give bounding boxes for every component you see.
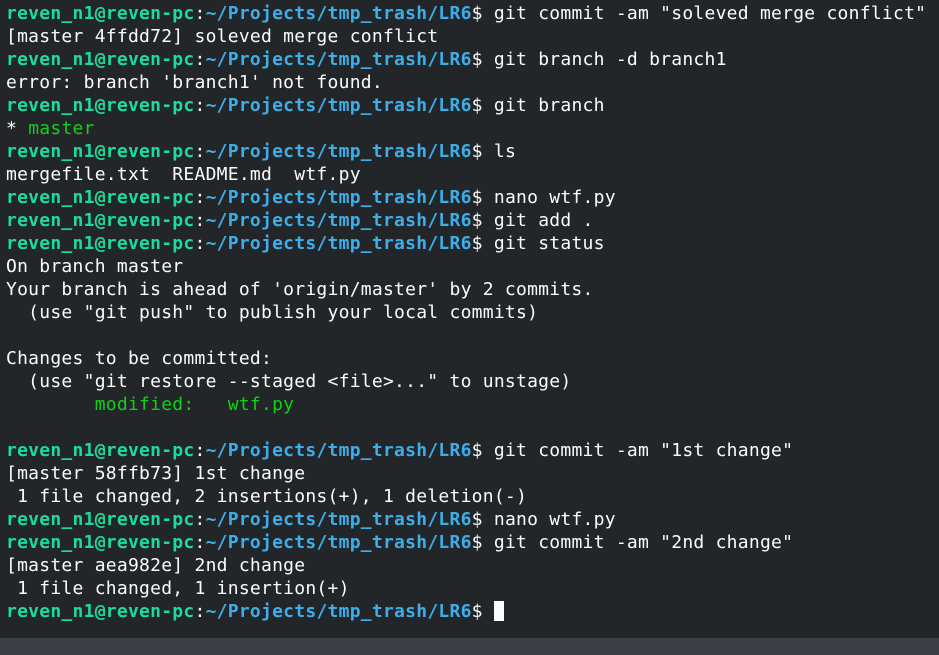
output-line: Your branch is ahead of 'origin/master' …: [6, 279, 594, 300]
prompt-path: ~/Projects/tmp_trash/LR6: [205, 3, 472, 24]
prompt-separator: :: [194, 141, 206, 162]
prompt-symbol: $: [471, 210, 494, 231]
prompt-path: ~/Projects/tmp_trash/LR6: [205, 210, 472, 231]
prompt-path: ~/Projects/tmp_trash/LR6: [205, 233, 472, 254]
prompt-symbol: $: [471, 440, 494, 461]
prompt-line: reven_n1@reven-pc:~/Projects/tmp_trash/L…: [6, 48, 926, 71]
output-line: mergefile.txt README.md wtf.py: [6, 164, 361, 185]
prompt-line: reven_n1@reven-pc:~/Projects/tmp_trash/L…: [6, 232, 926, 255]
prompt-line: reven_n1@reven-pc:~/Projects/tmp_trash/L…: [6, 140, 926, 163]
command-text: git commit -am "soleved merge conflict": [493, 3, 927, 24]
prompt-path: ~/Projects/tmp_trash/LR6: [205, 601, 472, 622]
prompt-path: ~/Projects/tmp_trash/LR6: [205, 95, 472, 116]
command-text: git branch: [493, 95, 605, 116]
prompt-separator: :: [194, 509, 206, 530]
command-text: nano wtf.py: [493, 187, 616, 208]
terminal-window[interactable]: reven_n1@reven-pc:~/Projects/tmp_trash/L…: [0, 0, 939, 638]
output-line: On branch master: [6, 256, 184, 277]
prompt-line: reven_n1@reven-pc:~/Projects/tmp_trash/L…: [6, 209, 926, 232]
current-branch-marker: *: [6, 118, 29, 139]
prompt-symbol: $: [471, 141, 494, 162]
prompt-user-host: reven_n1@reven-pc: [6, 532, 195, 553]
active-prompt-line[interactable]: reven_n1@reven-pc:~/Projects/tmp_trash/L…: [6, 600, 926, 623]
prompt-separator: :: [194, 3, 206, 24]
prompt-line: reven_n1@reven-pc:~/Projects/tmp_trash/L…: [6, 2, 926, 25]
prompt-user-host: reven_n1@reven-pc: [6, 187, 195, 208]
output-line: (use "git restore --staged <file>..." to…: [6, 371, 572, 392]
prompt-path: ~/Projects/tmp_trash/LR6: [205, 141, 472, 162]
prompt-line: reven_n1@reven-pc:~/Projects/tmp_trash/L…: [6, 508, 926, 531]
prompt-path: ~/Projects/tmp_trash/LR6: [205, 532, 472, 553]
prompt-path: ~/Projects/tmp_trash/LR6: [205, 49, 472, 70]
command-text: nano wtf.py: [493, 509, 616, 530]
prompt-user-host: reven_n1@reven-pc: [6, 233, 195, 254]
prompt-symbol: $: [471, 187, 494, 208]
prompt-line: reven_n1@reven-pc:~/Projects/tmp_trash/L…: [6, 186, 926, 209]
prompt-separator: :: [194, 532, 206, 553]
prompt-symbol: $: [471, 233, 494, 254]
prompt-separator: :: [194, 49, 206, 70]
prompt-separator: :: [194, 187, 206, 208]
prompt-path: ~/Projects/tmp_trash/LR6: [205, 509, 472, 530]
prompt-user-host: reven_n1@reven-pc: [6, 509, 195, 530]
prompt-separator: :: [194, 233, 206, 254]
prompt-line: reven_n1@reven-pc:~/Projects/tmp_trash/L…: [6, 439, 926, 462]
prompt-symbol: $: [471, 3, 494, 24]
command-text: git branch -d branch1: [493, 49, 727, 70]
prompt-user-host: reven_n1@reven-pc: [6, 3, 195, 24]
prompt-line: reven_n1@reven-pc:~/Projects/tmp_trash/L…: [6, 531, 926, 554]
prompt-path: ~/Projects/tmp_trash/LR6: [205, 187, 472, 208]
prompt-line: reven_n1@reven-pc:~/Projects/tmp_trash/L…: [6, 94, 926, 117]
output-line: error: branch 'branch1' not found.: [6, 72, 383, 93]
prompt-symbol: $: [471, 532, 494, 553]
terminal-output: reven_n1@reven-pc:~/Projects/tmp_trash/L…: [6, 2, 926, 623]
prompt-user-host: reven_n1@reven-pc: [6, 440, 195, 461]
prompt-user-host: reven_n1@reven-pc: [6, 49, 195, 70]
window-bottom-border: [0, 638, 939, 655]
prompt-user-host: reven_n1@reven-pc: [6, 141, 195, 162]
prompt-user-host: reven_n1@reven-pc: [6, 95, 195, 116]
prompt-path: ~/Projects/tmp_trash/LR6: [205, 440, 472, 461]
prompt-symbol: $: [471, 95, 494, 116]
output-line: * master: [6, 117, 926, 140]
prompt-user-host: reven_n1@reven-pc: [6, 601, 195, 622]
output-line: [master 58ffb73] 1st change: [6, 463, 306, 484]
command-text: ls: [493, 141, 517, 162]
prompt-symbol: $: [471, 509, 494, 530]
prompt-symbol: $: [471, 601, 494, 622]
prompt-user-host: reven_n1@reven-pc: [6, 210, 195, 231]
output-line: Changes to be committed:: [6, 348, 273, 369]
prompt-separator: :: [194, 601, 206, 622]
output-line: (use "git push" to publish your local co…: [6, 302, 539, 323]
command-text: git commit -am "2nd change": [493, 532, 794, 553]
output-line: [master 4ffdd72] soleved merge conflict: [6, 26, 439, 47]
prompt-symbol: $: [471, 49, 494, 70]
output-line: modified: wtf.py: [6, 393, 926, 416]
text-cursor: [493, 601, 504, 621]
prompt-separator: :: [194, 95, 206, 116]
output-line: 1 file changed, 2 insertions(+), 1 delet…: [6, 486, 528, 507]
command-text: git add .: [493, 210, 594, 231]
command-text: git status: [493, 233, 605, 254]
output-line: [master aea982e] 2nd change: [6, 555, 306, 576]
staged-file-status: modified: wtf.py: [94, 394, 295, 415]
current-branch-name: master: [28, 118, 95, 139]
output-line: 1 file changed, 1 insertion(+): [6, 578, 350, 599]
command-text: git commit -am "1st change": [493, 440, 794, 461]
prompt-separator: :: [194, 210, 206, 231]
prompt-separator: :: [194, 440, 206, 461]
